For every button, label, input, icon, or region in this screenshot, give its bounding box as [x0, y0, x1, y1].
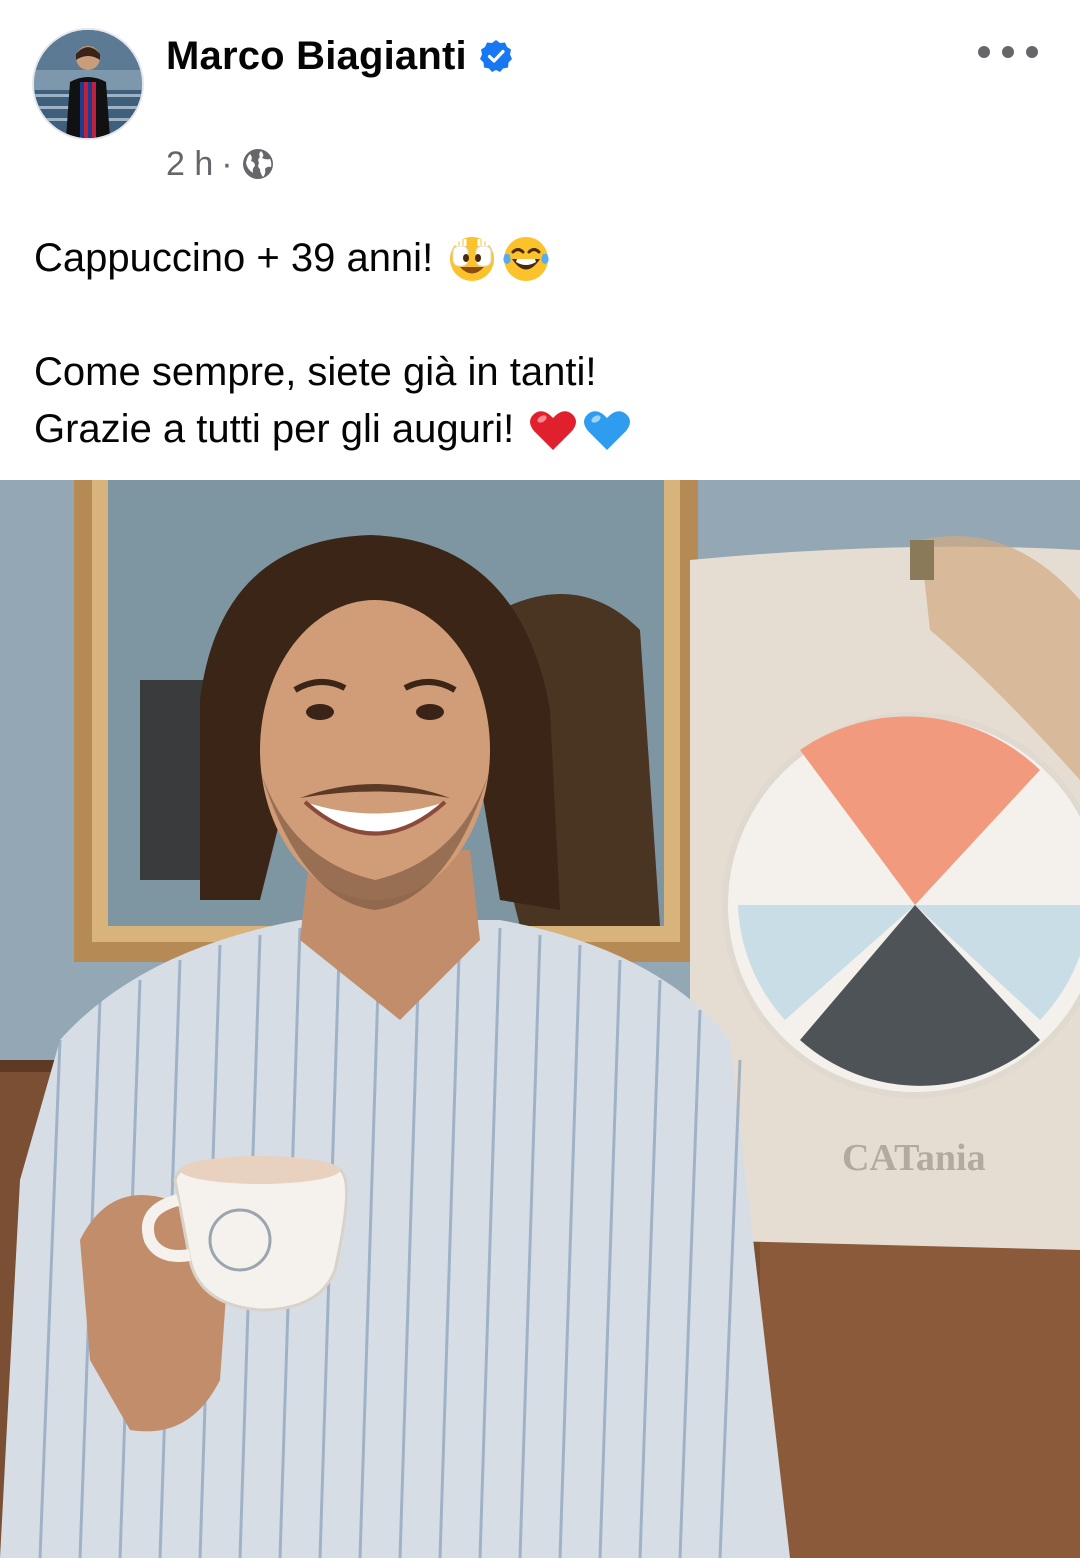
post: Marco Biagianti 2 h · Cappuccino + 39 an… — [0, 0, 1080, 1558]
more-options-icon[interactable] — [978, 32, 1038, 72]
post-text-line: Cappuccino + 39 anni! — [34, 230, 1044, 287]
post-meta: 2 h · — [166, 142, 275, 186]
post-text-line-2: Come sempre, siete già in tanti! — [34, 350, 597, 394]
post-header: Marco Biagianti 2 h · — [0, 0, 1080, 200]
blue-heart-emoji — [582, 405, 632, 455]
author-row: Marco Biagianti — [166, 30, 513, 82]
globe-icon[interactable] — [241, 147, 275, 181]
author-avatar[interactable] — [34, 30, 142, 138]
author-name[interactable]: Marco Biagianti — [166, 34, 467, 79]
face-hands-over-eyes-emoji — [447, 234, 497, 284]
post-text-line: Come sempre, siete già in tanti! — [34, 344, 1044, 401]
post-photo[interactable]: CATania — [0, 480, 1080, 1558]
verified-badge-icon — [479, 39, 513, 73]
tears-of-joy-emoji — [501, 234, 551, 284]
red-heart-emoji — [528, 405, 578, 455]
post-text-line-1: Cappuccino + 39 anni! — [34, 236, 434, 280]
post-text-line: Grazie a tutti per gli auguri! — [34, 401, 1044, 458]
poster-label: CATania — [842, 1137, 986, 1179]
meta-separator: · — [221, 144, 233, 183]
post-timestamp[interactable]: 2 h — [166, 145, 213, 184]
post-text-line-3: Grazie a tutti per gli auguri! — [34, 407, 515, 451]
post-text: Cappuccino + 39 anni! Come sempre, siete… — [34, 230, 1044, 458]
